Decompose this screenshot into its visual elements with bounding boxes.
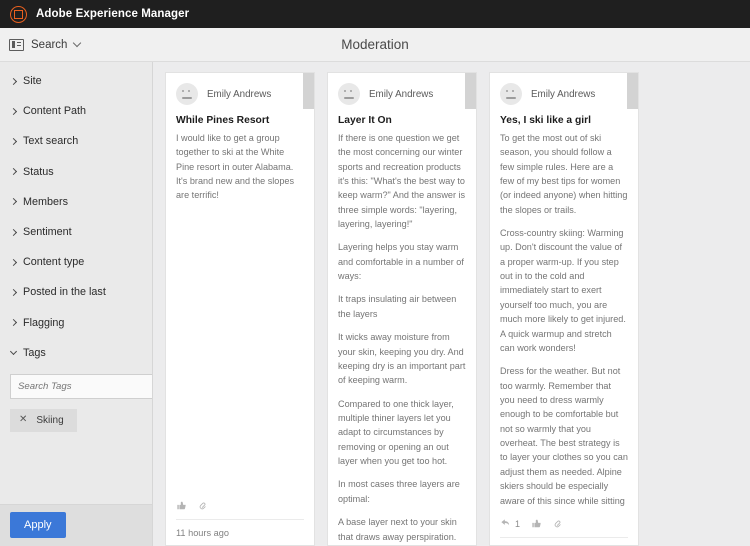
card-paragraph: In most cases three layers are optimal: [338,479,460,504]
chevron-right-icon [9,107,18,115]
moderation-card[interactable]: Emily Andrews While Pines Resort I would… [165,72,315,546]
app-header: Adobe Experience Manager [0,0,750,28]
card-header: Emily Andrews [338,83,466,105]
card-body: Emily Andrews Yes, I ski like a girl To … [490,73,638,511]
card-footer: 11 hours ago [166,493,314,545]
card-paragraph: A base layer next to your skin that draw… [338,517,457,542]
tags-filter-panel: ✕ Skiing [0,368,152,432]
left-rail-toggle-icon [9,38,24,51]
sidebar-item-content-path[interactable]: Content Path [0,96,152,126]
card-body: Emily Andrews Layer It On If there is on… [328,73,476,545]
adobe-aem-logo-icon[interactable] [10,5,27,23]
card-paragraph: It wicks away moisture from your skin, k… [338,332,466,386]
chevron-right-icon [9,319,18,327]
card-author: Emily Andrews [207,88,272,100]
neutral-face-avatar-icon [500,83,522,105]
moderation-card[interactable]: Emily Andrews Yes, I ski like a girl To … [489,72,639,546]
filter-sidebar: Site Content Path Text search Status Mem… [0,62,153,546]
chevron-right-icon [9,228,18,236]
sidebar-item-members[interactable]: Members [0,187,152,217]
card-author: Emily Andrews [369,88,434,100]
card-divider [500,537,628,538]
app-title: Adobe Experience Manager [36,8,190,20]
card-scrollbar[interactable] [303,73,314,109]
toolbar: Search Moderation [0,28,750,62]
card-title: Yes, I ski like a girl [500,115,592,126]
reply-icon[interactable]: 1 [500,518,520,529]
neutral-face-avatar-icon [176,83,198,105]
card-actions: 1 [500,511,628,537]
card-paragraph: Layering helps you stay warm and comfort… [338,242,464,282]
card-footer: 1 [490,511,638,545]
tag-chip-label: Skiing [36,414,64,426]
card-header: Emily Andrews [176,83,304,105]
card-title: While Pines Resort [176,115,270,126]
filter-list: Site Content Path Text search Status Mem… [0,62,152,504]
card-paragraph: It traps insulating air between the laye… [338,294,457,319]
sidebar-item-posted-in-the-last[interactable]: Posted in the last [0,277,152,307]
sidebar-item-label: Sentiment [23,226,72,239]
search-label: Search [31,38,68,51]
chevron-right-icon [9,288,18,296]
card-paragraph: To get the most out of ski season, you s… [500,132,628,215]
search-tags-input[interactable] [10,373,152,399]
chevron-right-icon [9,198,18,206]
link-icon[interactable] [553,518,564,529]
search-toggle[interactable]: Search [0,38,82,51]
close-icon[interactable]: ✕ [19,415,27,425]
sidebar-item-site[interactable]: Site [0,66,152,96]
card-body: Emily Andrews While Pines Resort I would… [166,73,314,212]
reply-count: 1 [515,518,521,529]
page-title: Moderation [341,37,409,52]
thumbs-up-icon[interactable] [531,518,542,529]
sidebar-item-status[interactable]: Status [0,157,152,187]
apply-button[interactable]: Apply [10,512,66,538]
card-actions [176,493,304,519]
card-paragraph: I would like to get a group together to … [176,132,295,201]
sidebar-item-label: Tags [23,346,46,359]
sidebar-item-text-search[interactable]: Text search [0,126,152,156]
chevron-right-icon [9,77,18,85]
card-paragraph: If there is one question we get the most… [338,132,466,230]
sidebar-item-label: Site [23,75,42,88]
card-timestamp: 11 hours ago [176,528,229,538]
moderation-card-list: Emily Andrews While Pines Resort I would… [153,62,750,546]
sidebar-item-label: Content Path [23,105,87,118]
sidebar-item-label: Posted in the last [23,286,106,299]
thumbs-up-icon[interactable] [176,500,187,511]
chevron-right-icon [9,137,18,146]
card-paragraph: Dress for the weather. But not too warml… [500,366,628,511]
link-icon[interactable] [198,500,209,511]
tag-chip-skiing[interactable]: ✕ Skiing [10,408,77,432]
chevron-down-icon [9,347,18,355]
card-paragraph: Compared to one thick layer, multiple th… [338,398,454,467]
tag-search-row [10,373,152,399]
moderation-card[interactable]: Emily Andrews Layer It On If there is on… [327,72,477,546]
card-header: Emily Andrews [500,83,628,105]
chevron-right-icon [9,168,18,176]
card-scrollbar[interactable] [627,73,638,109]
card-author: Emily Andrews [531,88,596,100]
sidebar-item-content-type[interactable]: Content type [0,247,152,277]
card-paragraph: Cross-country skiing: Warming up. Don't … [500,228,626,353]
sidebar-item-flagging[interactable]: Flagging [0,308,152,338]
card-title: Layer It On [338,115,392,126]
sidebar-item-label: Flagging [23,316,65,329]
sidebar-item-label: Content type [23,256,85,269]
chevron-right-icon [9,258,18,266]
sidebar-item-sentiment[interactable]: Sentiment [0,217,152,247]
chevron-down-icon [73,38,82,48]
neutral-face-avatar-icon [338,83,360,105]
card-scrollbar[interactable] [465,73,476,109]
sidebar-footer: Apply [0,504,152,546]
sidebar-item-label: Text search [23,135,79,148]
sidebar-item-tags[interactable]: Tags [0,338,152,368]
sidebar-item-label: Members [23,195,68,208]
sidebar-item-label: Status [23,165,54,178]
